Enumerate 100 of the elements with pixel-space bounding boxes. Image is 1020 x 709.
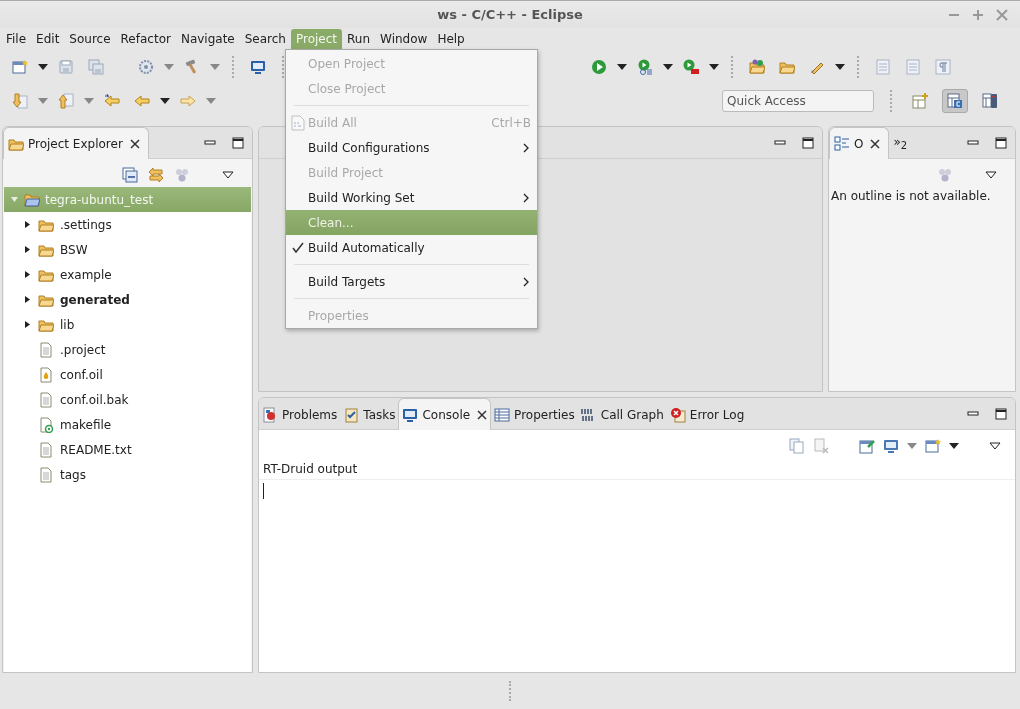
save-icon[interactable] <box>58 59 74 75</box>
menu-item[interactable]: Refactor <box>115 29 176 49</box>
tree-item[interactable]: .settings <box>4 212 251 237</box>
close-icon[interactable] <box>129 138 140 149</box>
view-tab[interactable]: Project Explorer <box>3 127 149 159</box>
balls-icon[interactable] <box>174 167 190 183</box>
clear-icon[interactable] <box>813 438 829 454</box>
expander-icon[interactable] <box>23 220 32 229</box>
menu-item[interactable]: Edit <box>31 29 65 49</box>
expander-icon[interactable] <box>23 320 32 329</box>
outline-message: An outline is not available. <box>830 188 992 205</box>
menu-item[interactable]: File <box>1 29 32 49</box>
view-tab[interactable]: Console <box>398 398 492 430</box>
tree-item[interactable]: conf.oil.bak <box>4 387 251 412</box>
folder-icon[interactable] <box>779 59 795 75</box>
pin-icon[interactable] <box>859 438 875 454</box>
menu-item[interactable]: Build Configurations <box>286 135 537 160</box>
maximize-icon[interactable] <box>995 137 1007 149</box>
pilcrow-icon[interactable] <box>935 59 951 75</box>
tree-item[interactable]: .project <box>4 337 251 362</box>
menu-item[interactable]: Navigate <box>175 29 240 49</box>
view-tab[interactable]: Tasks <box>340 400 399 429</box>
tree-item[interactable]: tags <box>4 462 251 487</box>
dropdown-caret-icon[interactable] <box>835 64 845 70</box>
project-folder-icon <box>24 191 40 208</box>
menu-item[interactable]: Build Working Set <box>286 185 537 210</box>
binary-file-icon <box>291 114 305 131</box>
up-arrow-icon[interactable] <box>58 93 74 109</box>
menu-item[interactable]: Build Automatically <box>286 235 537 260</box>
perspective-button[interactable] <box>942 89 968 113</box>
link-arrows-icon[interactable] <box>148 167 164 183</box>
perspective-icon <box>947 93 963 109</box>
view-tab[interactable]: Call Graph <box>577 400 667 429</box>
shortcut-text: Ctrl+B <box>491 115 531 130</box>
tree-item[interactable]: README.txt <box>4 437 251 462</box>
tree-item[interactable]: conf.oil <box>4 362 251 387</box>
view-tab[interactable]: Error Log <box>666 400 748 429</box>
balls-icon[interactable] <box>937 167 953 183</box>
file-icon <box>38 391 54 408</box>
copy-icon[interactable] <box>789 438 805 454</box>
file-icon <box>38 341 54 358</box>
monitor-icon[interactable] <box>250 59 266 75</box>
new-window-icon[interactable] <box>12 59 28 75</box>
view-tab[interactable]: »$_{2}$ <box>889 129 916 158</box>
quick-access-field[interactable]: Quick Access <box>722 90 874 112</box>
close-icon[interactable] <box>870 138 881 149</box>
open-folder-icon[interactable] <box>749 59 765 75</box>
tree-item[interactable]: BSW <box>4 237 251 262</box>
file-icon <box>38 441 54 458</box>
checkmark-icon <box>292 241 304 254</box>
dropdown-caret-icon[interactable] <box>663 64 673 70</box>
expander-icon[interactable] <box>23 295 32 304</box>
gear-icon[interactable] <box>138 59 154 75</box>
view-tab[interactable]: Problems <box>259 400 341 429</box>
outline-icon <box>834 135 850 152</box>
problems-icon <box>262 406 278 423</box>
menu-item[interactable]: Help <box>432 29 470 49</box>
menu-item[interactable]: Run <box>342 29 376 49</box>
view-tab[interactable]: O <box>829 127 890 159</box>
tree-item[interactable]: makefile <box>4 412 251 437</box>
file-icon <box>38 416 54 433</box>
menu-item[interactable]: Build Targets <box>286 269 537 294</box>
down-arrow-icon[interactable] <box>12 93 28 109</box>
run-icon[interactable] <box>591 59 607 75</box>
back-arrow-icon[interactable] <box>104 93 120 109</box>
tree-item[interactable]: generated <box>4 287 251 312</box>
dropdown-caret-icon[interactable] <box>949 443 959 449</box>
console-title: RT-Druid output <box>259 460 1015 480</box>
close-icon[interactable] <box>477 409 488 420</box>
expander-icon[interactable] <box>23 245 32 254</box>
run-toolbox-icon[interactable] <box>683 59 699 75</box>
maximize-icon[interactable] <box>802 137 814 149</box>
view-menu-icon[interactable] <box>989 442 1001 450</box>
maximize-icon[interactable] <box>995 408 1007 420</box>
dropdown-caret-icon[interactable] <box>709 64 719 70</box>
view-menu-icon[interactable] <box>985 171 997 179</box>
perspective-icon[interactable] <box>982 93 998 109</box>
menu-item[interactable]: Window <box>375 29 433 49</box>
new-window-icon[interactable] <box>925 438 941 454</box>
dropdown-caret-icon[interactable] <box>38 64 48 70</box>
open-perspective-icon[interactable] <box>912 93 928 109</box>
dropdown-caret-icon[interactable] <box>617 64 627 70</box>
file-icon <box>38 466 54 483</box>
tree-item[interactable]: example <box>4 262 251 287</box>
run-list-icon[interactable] <box>637 59 653 75</box>
view-menu-icon[interactable] <box>222 171 234 179</box>
dropdown-caret-icon[interactable] <box>160 98 170 104</box>
expander-icon[interactable] <box>23 270 32 279</box>
collapse-all-icon[interactable] <box>122 167 138 183</box>
console-icon <box>402 406 419 423</box>
tree-item[interactable]: lib <box>4 312 251 337</box>
monitor-icon[interactable] <box>883 438 899 454</box>
menu-item[interactable]: Search <box>239 29 291 49</box>
menu-item[interactable]: Source <box>64 29 116 49</box>
tasks-icon <box>343 406 360 423</box>
view-tab[interactable]: Properties <box>491 400 578 429</box>
properties-icon <box>494 406 511 423</box>
back-arrow-icon[interactable] <box>134 93 150 109</box>
file-icon <box>38 366 54 383</box>
maximize-icon[interactable] <box>232 137 244 149</box>
